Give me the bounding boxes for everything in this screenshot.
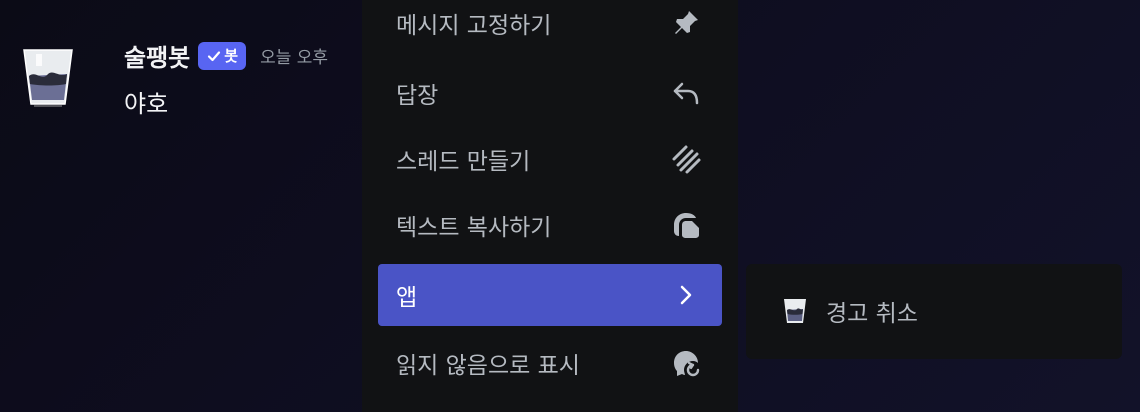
menu-item-label: 메시지 고정하기 [396, 13, 552, 39]
menu-item-reply[interactable]: 답장 [378, 62, 722, 124]
submenu-item-cancel-warning[interactable]: 경고 취소 [762, 280, 1106, 342]
menu-item-label: 답장 [396, 83, 439, 109]
submenu-item-label: 경고 취소 [826, 301, 918, 327]
message-content: 야호 [124, 90, 169, 118]
bot-badge: 봇 [198, 41, 247, 70]
chevron-right-icon [668, 277, 704, 313]
timestamp[interactable]: 오늘 오후 [260, 43, 328, 68]
menu-item-label: 앱 [396, 285, 418, 311]
menu-item-label: 스레드 만들기 [396, 149, 531, 175]
pin-icon [668, 5, 704, 41]
bot-badge-label: 봇 [224, 47, 239, 65]
menu-item-label: 읽지 않음으로 표시 [396, 353, 580, 379]
username[interactable]: 술팽봇 [124, 38, 190, 73]
cup-app-icon [784, 299, 806, 323]
mark-unread-icon [668, 345, 704, 381]
reply-icon [668, 75, 704, 111]
bot-avatar[interactable] [20, 44, 76, 110]
apps-submenu: 경고 취소 [746, 264, 1122, 359]
message-context-menu: 메시지 고정하기 답장 스레드 만들기 텍스트 복사하기 앱 읽지 않음으로 표… [362, 0, 738, 412]
menu-item-pin-message[interactable]: 메시지 고정하기 [378, 0, 722, 54]
verified-check-icon [208, 50, 221, 61]
menu-item-create-thread[interactable]: 스레드 만들기 [378, 128, 722, 190]
menu-item-label: 텍스트 복사하기 [396, 215, 552, 241]
menu-item-mark-unread[interactable]: 읽지 않음으로 표시 [378, 332, 722, 394]
menu-item-copy-text[interactable]: 텍스트 복사하기 [378, 194, 722, 256]
message-header: 술팽봇 봇 오늘 오후 [124, 38, 328, 73]
menu-item-apps[interactable]: 앱 [378, 264, 722, 326]
copy-icon [668, 207, 704, 243]
thread-icon [668, 141, 704, 177]
